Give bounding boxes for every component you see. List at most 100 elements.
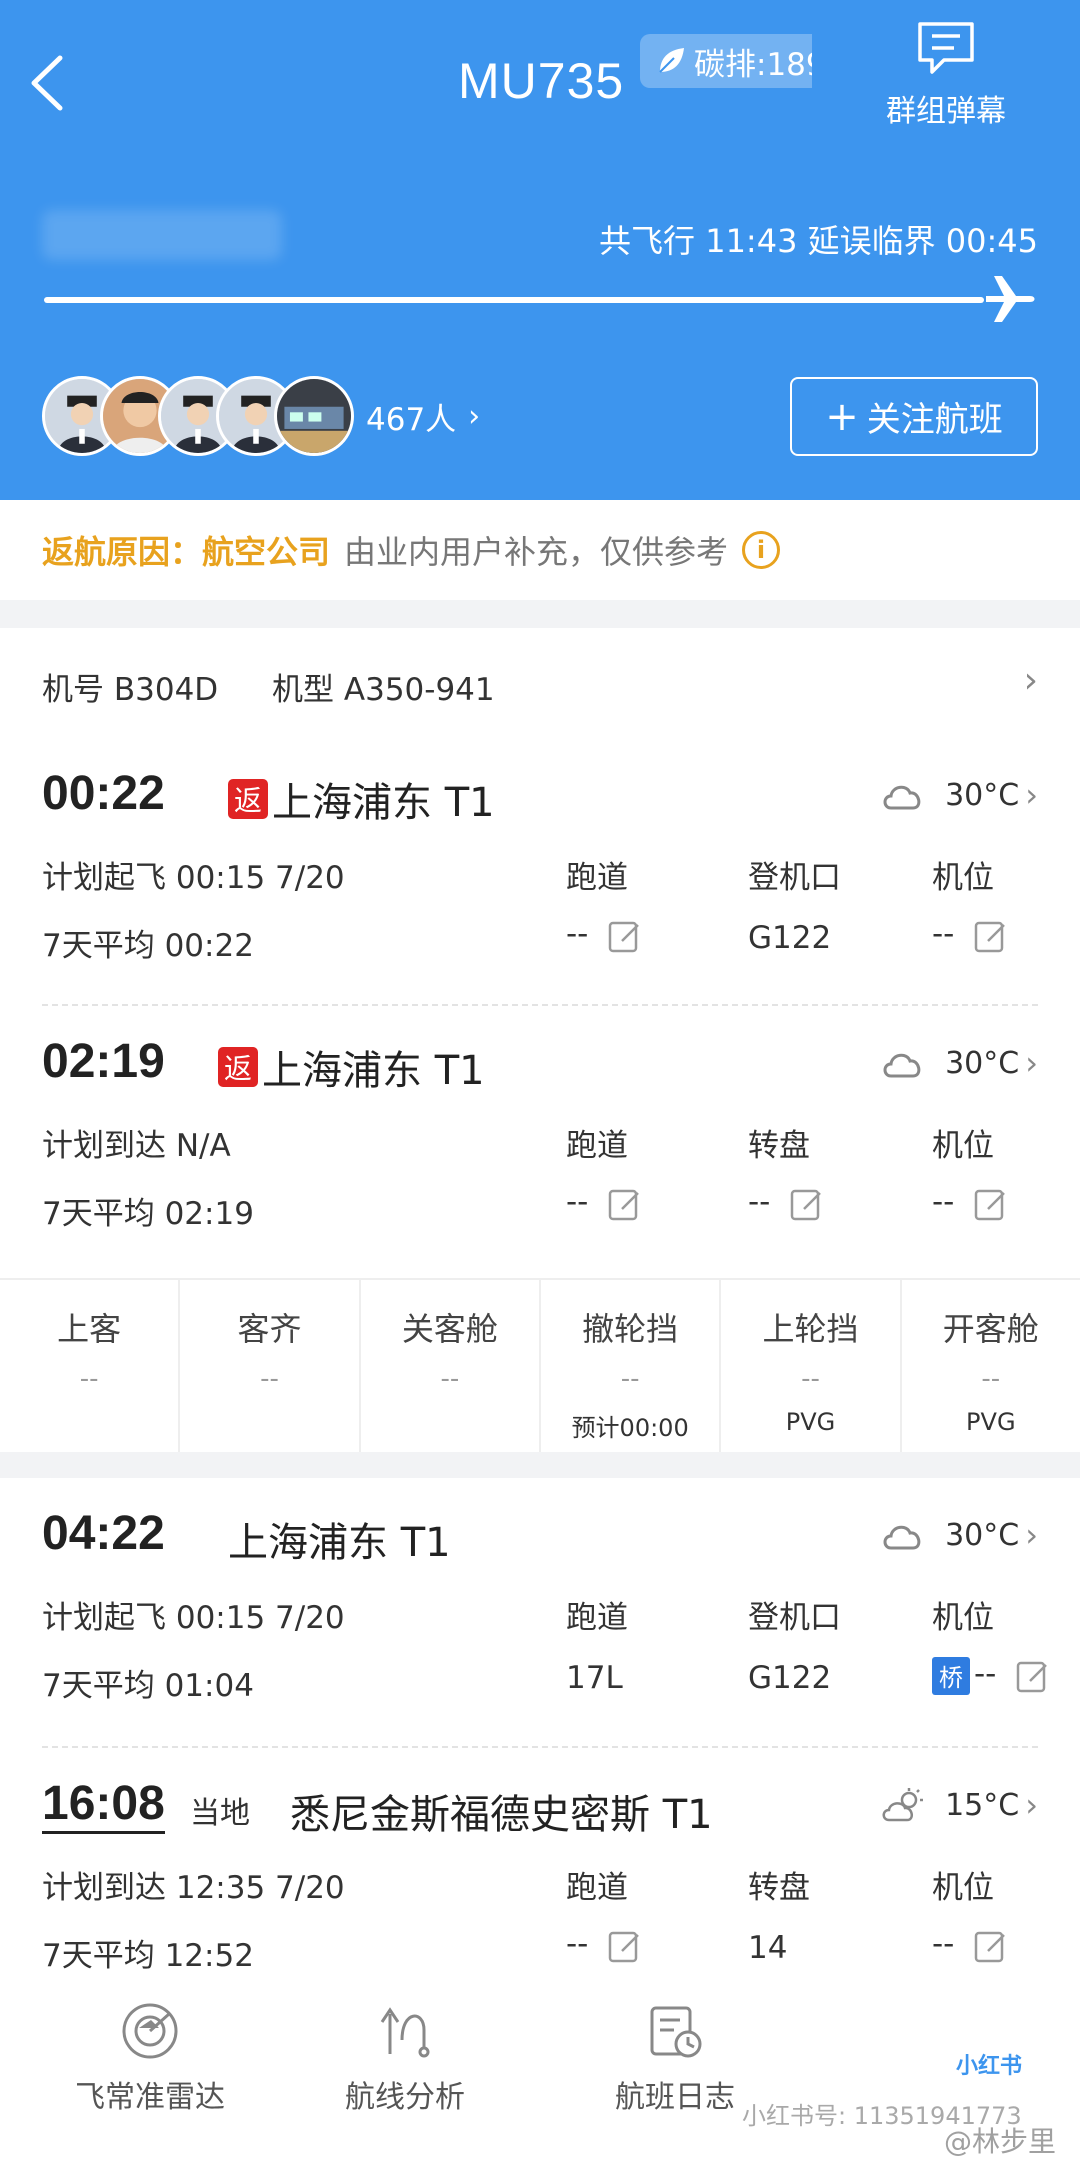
carousel-value[interactable]: -- <box>748 1184 824 1221</box>
carousel-label: 转盘 <box>748 1870 810 1906</box>
edit-icon[interactable] <box>1016 1659 1050 1693</box>
chevron-right-icon: › <box>1025 1786 1038 1824</box>
back-arrow-icon[interactable] <box>24 52 74 114</box>
segment-airport[interactable]: 返 上海浦东 T1 <box>228 770 495 828</box>
carousel-value: 14 <box>748 1930 788 1966</box>
status-chocks-off: 撤轮挡 -- 预计00:00 <box>541 1280 722 1452</box>
gate-label: 登机口 <box>748 1600 841 1636</box>
edit-icon[interactable] <box>608 919 642 953</box>
follow-flight-button[interactable]: + 关注航班 <box>790 377 1038 456</box>
temperature: 30°C <box>945 1517 1020 1553</box>
runway-label: 跑道 <box>566 1128 628 1164</box>
aircraft-type: 机型 A350-941 <box>272 672 495 708</box>
status-boarding-complete: 客齐 -- <box>180 1280 361 1452</box>
follower-count[interactable]: 467人 › <box>366 394 480 439</box>
chevron-right-icon[interactable]: › <box>1024 660 1038 701</box>
status-chocks-on: 上轮挡 -- PVG <box>721 1280 902 1452</box>
runway-label: 跑道 <box>566 1600 628 1636</box>
edit-icon[interactable] <box>790 1187 824 1221</box>
status-value: -- <box>79 1364 99 1394</box>
weather[interactable]: 15°C › <box>879 1786 1038 1824</box>
stand-label: 机位 <box>932 1870 994 1906</box>
temperature: 30°C <box>945 1045 1020 1081</box>
edit-icon[interactable] <box>974 1187 1008 1221</box>
seven-day-average: 7天平均 12:52 <box>42 1938 254 1974</box>
stand-value[interactable]: -- <box>932 1926 1008 1963</box>
segment-airport[interactable]: 上海浦东 T1 <box>228 1510 451 1568</box>
gate-label: 登机口 <box>748 860 841 896</box>
blurred-label <box>42 210 282 260</box>
segment-time: 16:08 <box>42 1776 165 1834</box>
status-sub: 预计00:00 <box>571 1414 689 1442</box>
runway-value[interactable]: -- <box>566 1184 642 1221</box>
nav-route-analysis[interactable]: 航线分析 <box>300 1986 510 2158</box>
partly-cloudy-icon <box>882 1788 924 1822</box>
stand-label: 机位 <box>932 1128 994 1164</box>
runway-label: 跑道 <box>566 1870 628 1906</box>
reason-label: 返航原因： <box>42 533 203 571</box>
status-title: 关客舱 <box>401 1310 498 1348</box>
divider <box>42 1004 1038 1006</box>
nav-group-danmaku[interactable]: 群组弹幕 <box>812 0 1080 160</box>
segment-time: 00:22 <box>42 767 165 820</box>
bottom-navigation: 飞常准雷达 航线分析 航班日志 <box>0 1986 1080 2158</box>
flight-duration: 共飞行 11:43 延误临界 00:45 <box>599 222 1038 260</box>
status-sub: PVG <box>966 1408 1016 1436</box>
divider <box>42 1746 1038 1748</box>
stand-value[interactable]: -- <box>932 1184 1008 1221</box>
weather[interactable]: 30°C › <box>879 1044 1038 1082</box>
cloud-icon <box>883 785 921 810</box>
status-title: 撤轮挡 <box>582 1310 679 1348</box>
status-value: -- <box>801 1364 820 1394</box>
airport-name: 上海浦东 T1 <box>262 1048 485 1094</box>
status-value: -- <box>620 1364 640 1394</box>
return-badge: 返 <box>228 779 268 819</box>
carousel-label: 转盘 <box>748 1128 810 1164</box>
stand-value[interactable]: -- <box>932 916 1008 953</box>
xiaohongshu-badge: 小红书 <box>942 2046 1037 2082</box>
runway-value[interactable]: -- <box>566 916 642 953</box>
nav-radar[interactable]: 飞常准雷达 <box>40 1986 260 2158</box>
airport-name: 上海浦东 T1 <box>272 780 495 826</box>
nav-label: 航线分析 <box>345 2080 465 2115</box>
status-title: 客齐 <box>237 1310 302 1348</box>
gate-value: G122 <box>748 1660 832 1696</box>
plane-icon <box>986 276 1035 322</box>
avatar <box>274 376 354 456</box>
follower-avatars[interactable] <box>42 376 354 456</box>
radar-icon <box>122 2003 178 2059</box>
runway-label: 跑道 <box>566 860 628 896</box>
weather[interactable]: 30°C › <box>879 776 1038 814</box>
status-door-closed: 关客舱 -- <box>361 1280 541 1452</box>
stand-label: 机位 <box>932 860 994 896</box>
weather[interactable]: 30°C › <box>879 1516 1038 1554</box>
status-boarding: 上客 -- <box>0 1280 181 1452</box>
nav-flight-log[interactable]: 航班日志 <box>570 1986 780 2158</box>
edit-icon[interactable] <box>974 1929 1008 1963</box>
info-icon[interactable]: i <box>742 531 781 569</box>
segment-airport[interactable]: 悉尼金斯福德史密斯 T1 <box>290 1782 713 1840</box>
stand-text: -- <box>932 1184 955 1220</box>
seven-day-average: 7天平均 01:04 <box>42 1668 254 1704</box>
follow-button-label: 关注航班 <box>866 400 1003 440</box>
runway-value[interactable]: -- <box>566 1926 642 1963</box>
stand-text: -- <box>974 1656 997 1692</box>
route-icon <box>380 2007 430 2058</box>
stand-value[interactable]: 桥 -- <box>932 1656 1050 1695</box>
scheduled-time: 计划到达 N/A <box>42 1128 231 1164</box>
segment-airport[interactable]: 返 上海浦东 T1 <box>218 1038 485 1096</box>
airport-name: 悉尼金斯福德史密斯 T1 <box>290 1792 713 1838</box>
aircraft-registration: 机号 B304D <box>42 672 219 708</box>
nav-label: 群组弹幕 <box>886 94 1006 129</box>
edit-icon[interactable] <box>608 1929 642 1963</box>
stand-label: 机位 <box>932 1600 994 1636</box>
log-icon <box>650 2006 702 2058</box>
aircraft-info[interactable]: 机号 B304D 机型 A350-941 <box>42 664 539 709</box>
stand-text: -- <box>932 1926 955 1962</box>
edit-icon[interactable] <box>974 919 1008 953</box>
runway-value: 17L <box>566 1660 623 1696</box>
reason-note: 由业内用户补充，仅供参考 <box>344 533 729 571</box>
scheduled-time: 计划到达 12:35 7/20 <box>42 1870 345 1906</box>
watermark-weibo: @林步里 <box>944 2125 1057 2158</box>
edit-icon[interactable] <box>608 1187 642 1221</box>
